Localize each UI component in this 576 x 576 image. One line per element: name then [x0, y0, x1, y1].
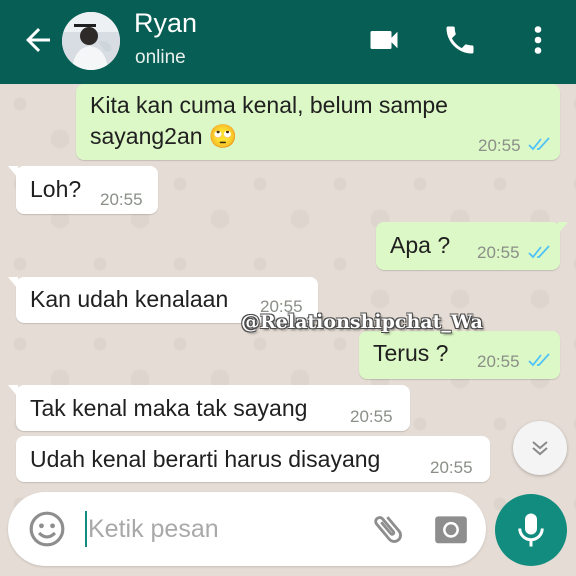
read-ticks-icon	[528, 353, 550, 367]
message-bubble-outgoing[interactable]: Kita kan cuma kenal, belum sampe sayang2…	[76, 84, 560, 160]
read-ticks-icon	[528, 245, 550, 259]
avatar[interactable]	[62, 12, 120, 70]
message-text: Loh?	[30, 176, 82, 202]
message-bubble-incoming[interactable]: Loh? 20:55	[8, 166, 158, 214]
message-bubble-outgoing[interactable]: Terus ? 20:55	[359, 331, 560, 379]
message-time: 20:55	[477, 352, 520, 371]
watermark: @Relationshipchat_Wa	[241, 311, 483, 333]
phone-call-icon[interactable]	[442, 22, 478, 58]
avatar-photo	[62, 12, 120, 70]
message-bubble-outgoing[interactable]: Apa ? 20:55	[376, 222, 568, 270]
bubble-tail	[8, 385, 18, 397]
more-options-icon[interactable]	[520, 22, 556, 58]
video-call-icon[interactable]	[366, 22, 402, 58]
message-time: 20:55	[430, 458, 473, 477]
message-text: Tak kenal maka tak sayang	[30, 395, 308, 421]
mic-icon	[518, 513, 544, 547]
contact-name[interactable]: Ryan	[134, 8, 197, 39]
back-arrow-icon[interactable]	[20, 22, 56, 58]
bubble-tail	[558, 222, 568, 234]
emoji-icon[interactable]	[28, 510, 66, 548]
bubble-tail	[8, 277, 18, 289]
message-time: 20:55	[478, 136, 521, 155]
message-text: Udah kenal berarti harus disayang	[30, 446, 381, 472]
double-chevron-down-icon	[532, 441, 548, 456]
camera-icon[interactable]	[432, 510, 470, 548]
message-time: 20:55	[477, 243, 520, 262]
message-time: 20:55	[100, 190, 143, 209]
attach-icon[interactable]	[369, 510, 407, 548]
message-input[interactable]	[88, 512, 358, 546]
message-text: Kan udah kenalaan	[30, 286, 229, 312]
message-text: Terus ?	[373, 340, 449, 366]
mic-button[interactable]	[495, 494, 567, 566]
contact-status: online	[135, 47, 186, 68]
message-composer	[8, 492, 486, 566]
message-bubble-incoming[interactable]: Tak kenal maka tak sayang 20:55	[8, 385, 410, 431]
chat-header: Ryan online	[0, 0, 576, 84]
bubble-tail	[8, 166, 18, 178]
message-bubble-incoming[interactable]: Udah kenal berarti harus disayang 20:55	[16, 436, 490, 482]
read-ticks-icon	[528, 137, 550, 151]
scroll-to-bottom-button[interactable]	[513, 421, 567, 475]
message-text: Kita kan cuma kenal, belum sampe sayang2…	[90, 90, 448, 152]
message-text: Apa ?	[390, 232, 451, 258]
message-text-line: Kita kan cuma kenal, belum sampe	[90, 92, 448, 118]
text-cursor	[85, 511, 87, 547]
message-text-line: sayang2an 🙄	[90, 123, 238, 149]
message-time: 20:55	[350, 407, 393, 426]
